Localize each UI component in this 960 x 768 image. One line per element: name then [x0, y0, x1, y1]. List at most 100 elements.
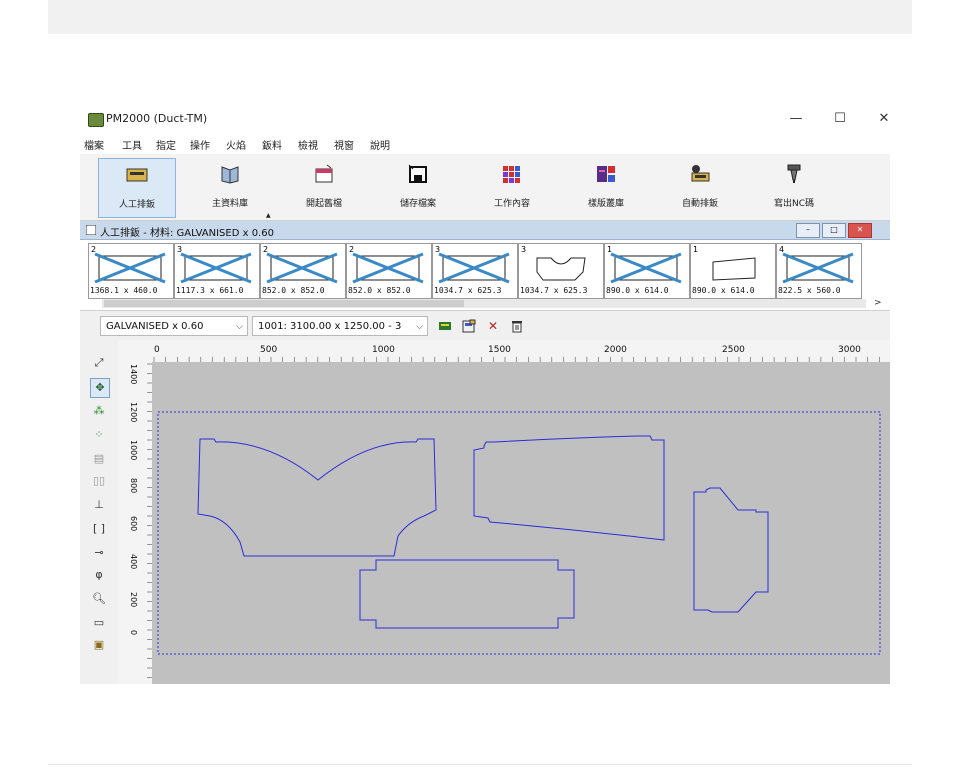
write-nc-button[interactable]: 寫出NC碼 [756, 158, 832, 216]
part-thumbnail[interactable]: 3 1117.3 x 661.0 [174, 243, 260, 299]
part-dimensions: 852.0 x 852.0 [348, 286, 411, 295]
tool-label: 主資料庫 [211, 199, 248, 209]
part-dimensions: 1034.7 x 625.3 [434, 286, 502, 295]
subwindow-minimize-button[interactable]: – [796, 223, 820, 238]
write-nc-icon [787, 164, 801, 183]
menu-file[interactable]: 檔案 [84, 137, 104, 152]
manual-nest-icon [126, 168, 148, 182]
sheet-select-value: 1001: 3100.00 x 1250.00 - 3 [258, 321, 402, 332]
part-thumbnail[interactable]: 1 890.0 x 614.0 [604, 243, 690, 299]
trash-icon[interactable] [510, 319, 524, 333]
part-preview-outline [712, 257, 756, 281]
part-thumbnail[interactable]: 3 1034.7 x 625.3 [432, 243, 518, 299]
menu-help[interactable]: 說明 [370, 137, 390, 152]
nested-part[interactable] [359, 559, 575, 629]
auto-nest-icon [691, 165, 710, 182]
select-pointer-icon[interactable]: ⤢ [90, 354, 108, 372]
auto-nest-button[interactable]: 自動排鈑 [662, 158, 738, 216]
app-window: PM2000 (Duct-TM) — ☐ ✕ 檔案 工具 指定 操作 火焰 鈑料… [80, 104, 890, 684]
sheet-view: 0 500 1000 1500 2000 2500 3000 1400 1200… [118, 340, 890, 684]
part-thumbnail[interactable]: 4 822.5 x 560.0 [776, 243, 862, 299]
chevron-down-icon: ⌵ [416, 322, 423, 332]
nesting-canvas[interactable]: 0 500 1000 1500 2000 2500 3000 1400 1200… [118, 340, 890, 684]
tool-label: 樣版叢庫 [587, 199, 624, 209]
menu-sheet[interactable]: 鈑料 [262, 137, 282, 152]
close-button[interactable]: ✕ [864, 108, 890, 130]
open-file-icon [315, 164, 333, 183]
nested-part[interactable] [693, 487, 769, 613]
tool-label: 寫出NC碼 [773, 199, 815, 209]
export-icon[interactable]: ▣ [90, 636, 108, 654]
window-title: PM2000 (Duct-TM) [106, 112, 208, 125]
open-file-button[interactable]: 開起舊檔 [286, 158, 362, 216]
tool-label: 儲存檔案 [399, 199, 436, 209]
master-database-button[interactable]: 主資料庫 [192, 158, 268, 216]
menu-assign[interactable]: 指定 [156, 137, 176, 152]
pointer-dot-icon[interactable]: φ [90, 566, 108, 584]
nest-subwindow-titlebar: 人工排鈑 - 材料: GALVANISED x 0.60 – □ ✕ [80, 221, 890, 240]
part-preview-crossed [352, 252, 424, 284]
part-thumbnail[interactable]: 1 890.0 x 614.0 [690, 243, 776, 299]
save-file-button[interactable]: 儲存檔案 [380, 158, 456, 216]
part-preview-crossed [180, 252, 252, 284]
cut-line-icon[interactable]: ⊸ [90, 544, 108, 562]
rotate-part-icon[interactable]: ⁂ [90, 402, 108, 420]
scatter-parts-icon[interactable]: ⁘ [90, 426, 108, 444]
ruler-y-label: 0 [129, 630, 138, 635]
nested-part[interactable] [197, 438, 437, 557]
subwindow-close-button[interactable]: ✕ [848, 223, 872, 238]
delete-icon[interactable]: ✕ [486, 319, 500, 333]
template-library-button[interactable]: 樣版叢庫 [568, 158, 644, 216]
part-preview-outline [536, 257, 586, 281]
maximize-button[interactable]: ☐ [820, 108, 860, 130]
sheet-stock-icon[interactable] [438, 319, 452, 333]
menu-window[interactable]: 視窗 [334, 137, 354, 152]
bracket-icon[interactable]: [ ] [90, 520, 108, 538]
ruler-icon[interactable]: ▭ [90, 614, 108, 632]
part-preview-crossed [438, 252, 510, 284]
nested-part[interactable] [473, 435, 665, 541]
menu-view[interactable]: 檢視 [298, 137, 318, 152]
ruler-x-label: 500 [260, 345, 277, 355]
pin-icon[interactable]: ⊥ [90, 496, 108, 514]
tool-label: 人工排鈑 [118, 200, 155, 210]
subwindow-icon [86, 225, 96, 235]
selection-bar: GALVANISED x 0.60 ⌵ 1001: 3100.00 x 1250… [98, 316, 888, 338]
move-part-icon[interactable]: ✥ [90, 378, 110, 398]
material-select[interactable]: GALVANISED x 0.60 ⌵ [100, 316, 248, 336]
part-thumbnail[interactable]: 3 1034.7 x 625.3 [518, 243, 604, 299]
sheet-properties-icon[interactable] [462, 319, 476, 333]
manual-nest-button[interactable]: 人工排鈑 [98, 158, 176, 218]
part-thumbnail[interactable]: 2 852.0 x 852.0 [346, 243, 432, 299]
ruler-ticks [147, 357, 880, 678]
scroll-right-icon[interactable]: > [874, 298, 882, 308]
ruler-x-label: 3000 [838, 345, 861, 355]
main-toolbar: 人工排鈑 主資料庫 開起舊檔 儲存檔案 工作內容 樣版叢庫 自動排鈑 寫出NC碼 [80, 154, 890, 221]
zoom-icon[interactable]: 🔍︎ [90, 590, 108, 608]
job-contents-button[interactable]: 工作內容 [474, 158, 550, 216]
sheet-select[interactable]: 1001: 3100.00 x 1250.00 - 3 ⌵ [252, 316, 428, 336]
menu-flame[interactable]: 火焰 [226, 137, 246, 152]
align-pair-icon[interactable]: ▯▯ [90, 472, 108, 490]
part-thumbnail-strip: 2 1368.1 x 460.0 3 1117.3 x 661.0 2 852.0 x 8… [80, 240, 890, 311]
menu-operate[interactable]: 操作 [190, 137, 210, 152]
bottom-divider [48, 764, 912, 765]
part-thumbnail[interactable]: 2 852.0 x 852.0 [260, 243, 346, 299]
part-dimensions: 1368.1 x 460.0 [90, 286, 158, 295]
ruler-y-label: 1400 [129, 364, 138, 384]
left-tool-palette: ⤢ ✥ ⁂ ⁘ ▤ ▯▯ ⊥ [ ] ⊸ φ 🔍︎ ▭ ▣ [80, 348, 116, 684]
align-left-icon[interactable]: ▤ [90, 450, 108, 468]
thumbnail-scrollbar[interactable] [102, 299, 866, 308]
template-library-icon [597, 166, 615, 182]
part-dimensions: 1034.7 x 625.3 [520, 286, 588, 295]
ruler-x-label: 1500 [488, 345, 511, 355]
toolbar-dropdown-icon[interactable]: ▲ [266, 212, 271, 219]
subwindow-restore-button[interactable]: □ [822, 223, 846, 238]
save-file-icon [408, 164, 427, 183]
menu-tools[interactable]: 工具 [122, 137, 142, 152]
part-preview-crossed [94, 252, 166, 284]
scrollbar-thumb[interactable] [104, 300, 464, 307]
part-thumbnail[interactable]: 2 1368.1 x 460.0 [88, 243, 174, 299]
ruler-x-label: 1000 [372, 345, 395, 355]
minimize-button[interactable]: — [776, 108, 816, 130]
